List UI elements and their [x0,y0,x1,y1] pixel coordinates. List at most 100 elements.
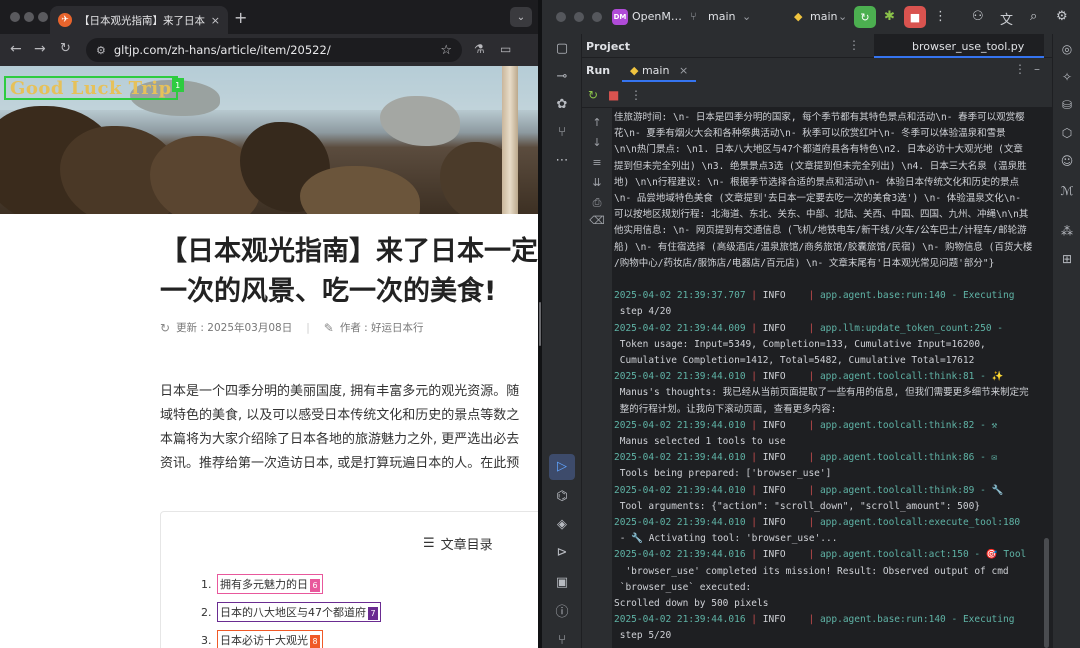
git-icon[interactable]: ⑂ [553,632,571,648]
project-name[interactable]: OpenM… [632,10,682,23]
new-tab-button[interactable]: + [234,8,247,27]
ai-assistant-icon[interactable]: ✧ [1059,70,1075,84]
minimize-panel-icon[interactable]: – [1034,62,1040,76]
project-label[interactable]: Project [586,40,630,53]
more-vertical-icon[interactable]: ⋮ [630,88,642,102]
run-panel-icon[interactable]: ▷ [549,454,575,480]
log-message: - 🎯 Tool [968,549,1027,561]
toc-item[interactable]: 1. 拥有多元魅力的日 6 [201,574,323,594]
more-vertical-icon[interactable]: ⋮ [1014,62,1026,76]
hero-rock [380,96,460,146]
reload-icon[interactable]: ↻ [60,41,71,56]
browser-tab-active[interactable]: ✈ 【日本观光指南】来了日本一定要 × [50,6,228,34]
log-module: app.agent.toolcall:act:150 [819,549,969,561]
log-timestamp: 2025-04-02 21:39:44.010 [614,484,746,496]
toc-item[interactable]: 3. 日本必访十大观光 8 [201,630,323,648]
sidebar-panel-icon[interactable]: ▭ [500,42,511,56]
toc-link[interactable]: 日本的八大地区与47个都道府 7 [217,602,381,622]
forward-arrow-icon[interactable]: → [34,41,46,57]
close-icon[interactable]: × [679,64,688,77]
rerun-icon[interactable]: ↻ [854,6,876,28]
scroll-to-end-icon[interactable]: ⇊ [589,176,605,189]
log-separator: | [745,290,763,302]
console-line: Manus selected 1 tools to use [614,436,786,447]
log-message: - ⚒ [974,419,998,431]
project-badge[interactable]: DM [612,9,628,25]
folder-icon[interactable]: ▢ [553,40,571,58]
stop-button[interactable]: ■ [904,6,926,28]
log-separator: | [808,614,820,626]
settings-gear-icon[interactable]: ⚙ [1056,9,1068,24]
site-settings-icon[interactable]: ⚙ [96,44,106,57]
problems-icon[interactable]: ⓘ [553,604,571,622]
toc-item[interactable]: 2. 日本的八大地区与47个都道府 7 [201,602,381,622]
window-close-button[interactable] [556,12,566,22]
branch-name[interactable]: main [708,10,735,23]
structure-icon[interactable]: ⁂ [1059,224,1075,238]
database-icon[interactable]: ⛁ [1059,98,1075,112]
scroll-up-icon[interactable]: ↑ [589,116,605,129]
rerun-icon[interactable]: ↻ [588,88,598,102]
copilot-icon[interactable]: ☺ [1059,154,1075,168]
pull-request-icon[interactable]: ⑂ [553,124,571,142]
terminal-icon[interactable]: ▣ [553,574,571,592]
tab-search-chevron-icon[interactable]: ⌄ [510,7,532,27]
element-marker-6: 6 [310,579,320,592]
translate-icon[interactable]: 文 [1000,9,1013,28]
window-zoom-button[interactable] [38,12,48,22]
layers-icon[interactable]: ◈ [553,516,571,534]
python-console-icon[interactable]: ⌬ [553,488,571,506]
editor-file-tab[interactable]: browser_use_tool.py [874,34,1044,58]
print-icon[interactable]: ⎙ [589,196,605,210]
commit-icon[interactable]: ⊸ [553,68,571,86]
back-arrow-icon[interactable]: ← [10,41,22,57]
log-line: 2025-04-02 21:39:44.009 | INFO | app.llm… [614,321,1003,337]
python-icon: ◆ [630,64,639,77]
window-minimize-button[interactable] [24,12,34,22]
url-text[interactable]: gltjp.com/zh-hans/article/item/20522/ [114,43,440,57]
toc-link-label: 日本必访十大观光 [220,634,308,647]
more-horizontal-icon[interactable]: ⋯ [553,152,571,170]
console-side-toolbar: ↑ ↓ ≡ ⇊ ⎙ ⌫ [582,108,612,648]
window-minimize-button[interactable] [574,12,584,22]
window-zoom-button[interactable] [592,12,602,22]
bookmarks-icon[interactable]: ⊞ [1059,252,1075,266]
python-packages-icon[interactable]: ⬡ [1059,126,1075,140]
search-icon[interactable]: ⌕ [1030,9,1037,24]
more-vertical-icon[interactable]: ⋮ [934,9,947,24]
toc-link[interactable]: 拥有多元魅力的日 6 [217,574,323,594]
window-close-button[interactable] [10,12,20,22]
toc-item-number: 2. [201,605,212,619]
console-scrollbar[interactable] [1044,538,1049,648]
plugins-icon[interactable]: ✿ [553,96,571,114]
m-logo-icon[interactable]: ℳ [1059,184,1075,198]
toc-link[interactable]: 日本必访十大观光 8 [217,630,323,648]
tab-close-icon[interactable]: × [211,14,220,27]
trash-icon[interactable]: ⌫ [589,214,605,227]
stop-icon[interactable]: ■ [608,88,619,102]
soft-wrap-icon[interactable]: ≡ [589,156,605,169]
chevron-down-icon[interactable]: ⌄ [742,10,751,23]
scroll-down-icon[interactable]: ↓ [589,136,605,149]
run-config-name[interactable]: main [810,10,837,23]
run-tab-main[interactable]: ◆ main × [622,58,697,82]
log-separator: | [745,371,763,383]
console-line: Scrolled down by 500 pixels [614,598,769,609]
chevron-down-icon[interactable]: ⌄ [838,10,847,23]
services-icon[interactable]: ⊳ [553,544,571,562]
console-line: 提到但未完全列出) \n3. 绝景景点3选 (文章提到但未完全列出) \n4. … [614,160,1027,172]
lab-flask-icon[interactable]: ⚗ [474,42,485,56]
more-vertical-icon[interactable]: ⋮ [848,38,860,52]
add-user-icon[interactable]: ⚇ [972,9,984,24]
run-console-output[interactable]: 佳旅游时间: \n- 日本是四季分明的国家, 每个季节都有其特色景点和活动\n-… [612,108,1052,648]
console-line: step 4/20 [614,306,672,318]
address-bar[interactable]: ⚙ gltjp.com/zh-hans/article/item/20522/ … [86,38,462,62]
log-separator: | [808,322,820,334]
log-level: INFO [762,614,809,626]
debug-bug-icon[interactable]: ✱ [884,9,895,24]
split-grip[interactable] [539,302,541,346]
log-level: INFO [762,452,809,464]
notifications-icon[interactable]: ◎ [1059,42,1075,56]
site-logo[interactable]: Good Luck Trip 1 [4,76,184,100]
bookmark-star-icon[interactable]: ☆ [440,43,452,58]
